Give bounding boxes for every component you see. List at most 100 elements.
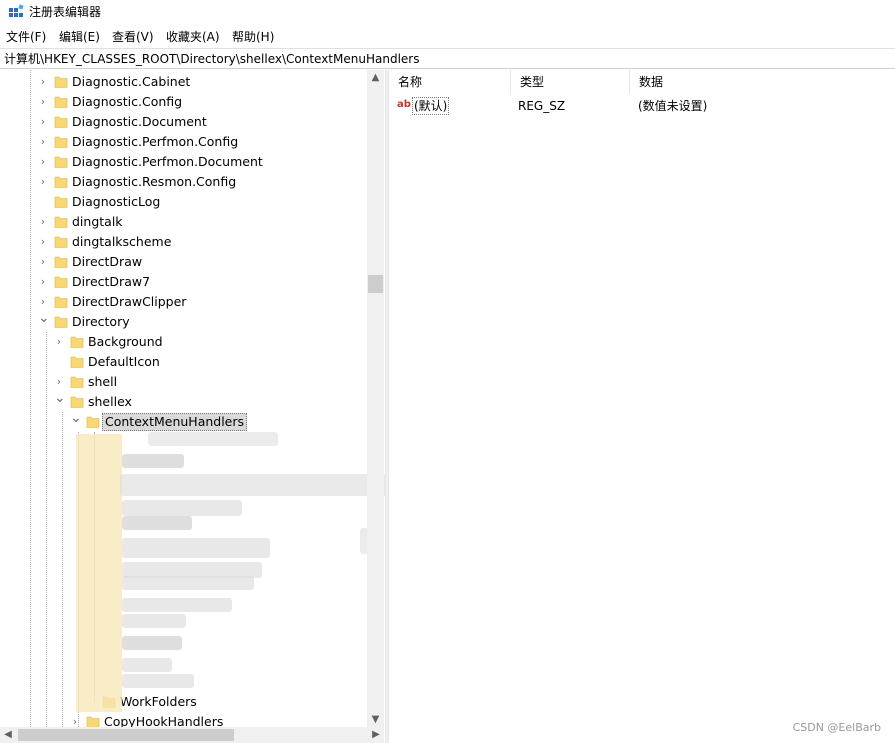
scroll-left-icon[interactable]: ◀ — [0, 727, 16, 743]
menu-favorites[interactable]: 收藏夹(A) — [166, 29, 220, 45]
tree-item-label: Background — [88, 334, 163, 349]
tree-item[interactable]: › Background — [0, 332, 367, 352]
tree-item-label: DiagnosticLog — [72, 194, 161, 209]
tree-item-label: DirectDraw — [72, 254, 143, 269]
registry-editor-icon — [9, 4, 24, 17]
redacted-entry — [122, 516, 192, 530]
tree-item[interactable]: DiagnosticLog — [0, 192, 367, 212]
watermark: CSDN @EelBarb — [792, 721, 881, 734]
chevron-down-icon[interactable]: ⌄ — [38, 311, 50, 325]
redacted-entry — [122, 538, 270, 558]
scroll-down-icon[interactable]: ▼ — [367, 712, 384, 728]
redacted-entry — [122, 500, 242, 516]
tree-item-label: shellex — [88, 394, 132, 409]
folder-icon — [54, 156, 68, 168]
address-path[interactable]: 计算机\HKEY_CLASSES_ROOT\Directory\shellex\… — [4, 51, 419, 67]
redacted-entry — [122, 658, 172, 672]
title-bar: 注册表编辑器 — [0, 0, 895, 24]
column-header-data[interactable]: 数据 — [630, 70, 790, 94]
tree-item[interactable]: › dingtalkscheme — [0, 232, 367, 252]
tree-item[interactable]: › DirectDraw — [0, 252, 367, 272]
redacted-entry — [148, 432, 278, 446]
folder-icon — [54, 136, 68, 148]
tree-item-label: dingtalkscheme — [72, 234, 172, 249]
chevron-right-icon[interactable]: › — [38, 296, 48, 308]
values-list[interactable]: 名称 类型 数据 ab (默认) REG_SZ (数值未设置) — [389, 70, 895, 743]
chevron-right-icon[interactable]: › — [38, 256, 48, 268]
tree-item[interactable]: › Diagnostic.Perfmon.Config — [0, 132, 367, 152]
tree-item[interactable]: ⌄ shellex — [0, 391, 367, 412]
chevron-right-icon[interactable]: › — [38, 216, 48, 228]
scroll-thumb[interactable] — [18, 729, 234, 741]
tree-item[interactable]: › DirectDrawClipper — [0, 292, 367, 312]
chevron-right-icon[interactable]: › — [54, 376, 64, 388]
redacted-entry — [122, 454, 184, 468]
folder-icon — [54, 176, 68, 188]
menu-edit[interactable]: 编辑(E) — [59, 29, 100, 45]
tree-item-label: DirectDrawClipper — [72, 294, 187, 309]
redacted-entry — [122, 576, 254, 590]
chevron-right-icon[interactable]: › — [38, 96, 48, 108]
chevron-right-icon[interactable]: › — [38, 276, 48, 288]
tree-item-label: Diagnostic.Cabinet — [72, 74, 191, 89]
tree-item-label: DirectDraw7 — [72, 274, 151, 289]
tree-item[interactable]: › dingtalk — [0, 212, 367, 232]
tree-item[interactable]: DefaultIcon — [0, 352, 367, 372]
chevron-right-icon[interactable]: › — [38, 136, 48, 148]
menu-file[interactable]: 文件(F) — [6, 29, 46, 45]
tree-item[interactable]: › shell — [0, 372, 367, 392]
folder-icon — [54, 96, 68, 108]
tree-horizontal-scrollbar[interactable]: ◀ ▶ — [0, 727, 384, 743]
tree-item[interactable]: › Diagnostic.Document — [0, 112, 367, 132]
value-name: (默认) — [412, 97, 450, 115]
tree-item[interactable]: ⌄ Directory — [0, 311, 367, 332]
folder-icon — [54, 236, 68, 248]
tree-vertical-scrollbar[interactable]: ▲ ▼ — [367, 70, 384, 730]
tree-item[interactable]: › Diagnostic.Resmon.Config — [0, 172, 367, 192]
folder-icon — [54, 76, 68, 88]
chevron-right-icon[interactable]: › — [38, 176, 48, 188]
tree-item-label: Directory — [72, 314, 130, 329]
tree-item[interactable]: ⌄ ContextMenuHandlers — [0, 411, 367, 432]
folder-icon — [70, 376, 84, 388]
chevron-right-icon[interactable]: › — [38, 156, 48, 168]
scroll-up-icon[interactable]: ▲ — [367, 70, 384, 86]
chevron-down-icon[interactable]: ⌄ — [54, 391, 66, 405]
menu-view[interactable]: 查看(V) — [112, 29, 154, 45]
tree-item-label: ContextMenuHandlers — [102, 413, 248, 431]
value-data: (数值未设置) — [638, 99, 708, 113]
menu-bar: 文件(F) 编辑(E) 查看(V) 收藏夹(A) 帮助(H) — [0, 26, 895, 48]
folder-icon — [54, 316, 68, 328]
menu-help[interactable]: 帮助(H) — [232, 29, 274, 45]
column-header-name[interactable]: 名称 — [389, 70, 511, 94]
folder-icon — [54, 256, 68, 268]
chevron-right-icon[interactable]: › — [38, 76, 48, 88]
tree-item[interactable]: › Diagnostic.Perfmon.Document — [0, 152, 367, 172]
tree-item-label: Diagnostic.Perfmon.Config — [72, 134, 239, 149]
redacted-entry — [120, 474, 385, 496]
tree-item[interactable]: › Diagnostic.Config — [0, 92, 367, 112]
chevron-right-icon[interactable]: › — [38, 236, 48, 248]
tree-item-label: dingtalk — [72, 214, 123, 229]
column-header-type[interactable]: 类型 — [511, 70, 630, 94]
scroll-thumb[interactable] — [368, 275, 383, 293]
folder-icon — [70, 396, 84, 408]
folder-icon — [86, 416, 100, 428]
scroll-right-icon[interactable]: ▶ — [368, 727, 384, 743]
key-tree[interactable]: › Diagnostic.Cabinet › Diagnostic.Config › Di… — [0, 70, 385, 743]
tree-item-label: Diagnostic.Perfmon.Document — [72, 154, 263, 169]
tree-item[interactable]: › Diagnostic.Cabinet — [0, 72, 367, 92]
address-bar[interactable]: 计算机\HKEY_CLASSES_ROOT\Directory\shellex\… — [0, 48, 895, 69]
string-value-icon: ab — [397, 99, 411, 110]
chevron-right-icon[interactable]: › — [54, 336, 64, 348]
folder-icon — [70, 336, 84, 348]
tree-item[interactable]: › DirectDraw7 — [0, 272, 367, 292]
redacted-entry — [122, 598, 232, 612]
tree-item[interactable]: WorkFolders — [0, 692, 367, 712]
redacted-folder-icons — [76, 434, 122, 712]
chevron-right-icon[interactable]: › — [38, 116, 48, 128]
folder-icon — [54, 196, 68, 208]
chevron-down-icon[interactable]: ⌄ — [70, 411, 82, 425]
value-row[interactable]: ab (默认) REG_SZ (数值未设置) — [389, 96, 895, 116]
tree-item-label: Diagnostic.Resmon.Config — [72, 174, 237, 189]
